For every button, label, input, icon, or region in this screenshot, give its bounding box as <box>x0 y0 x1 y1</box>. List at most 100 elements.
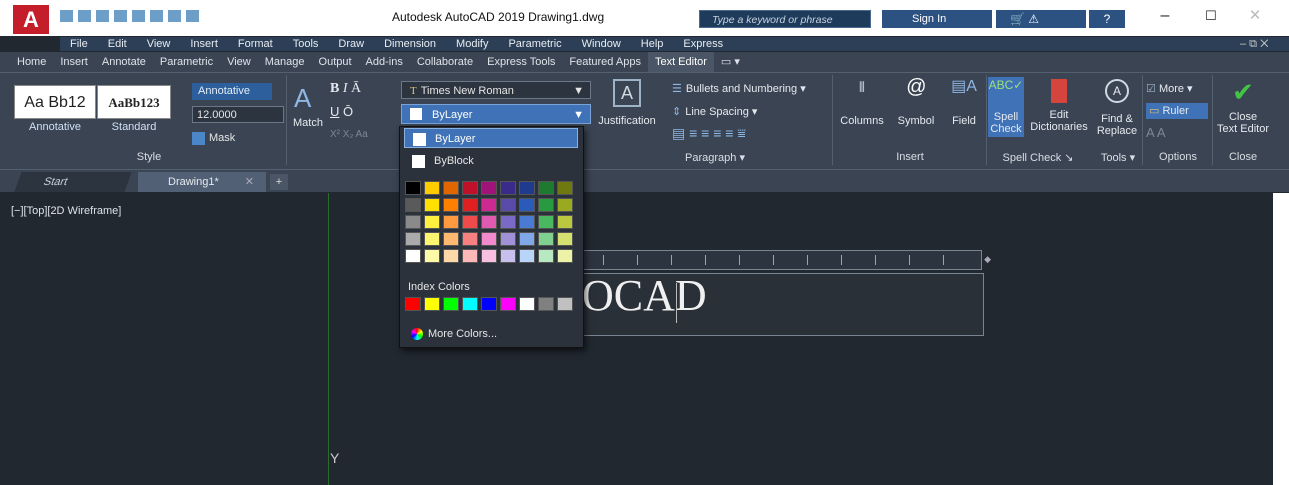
maximize-button[interactable]: ☐ <box>1196 4 1226 28</box>
menu-file[interactable]: File <box>60 37 98 51</box>
search-input[interactable]: Type a keyword or phrase <box>699 10 871 28</box>
undo-redo-icons[interactable]: A A <box>1146 126 1186 139</box>
ruler-handle-icon[interactable]: ◆ <box>984 254 991 265</box>
index-color-swatch[interactable] <box>481 297 497 311</box>
color-swatch[interactable] <box>405 181 421 195</box>
index-color-swatch[interactable] <box>538 297 554 311</box>
menu-modify[interactable]: Modify <box>446 37 498 51</box>
tab-insert[interactable]: Insert <box>53 52 95 72</box>
menu-express[interactable]: Express <box>673 37 733 51</box>
ruler-toggle[interactable]: ▭ Ruler <box>1146 103 1208 119</box>
find-replace-button[interactable]: A Find & Replace <box>1096 79 1138 137</box>
index-color-swatch[interactable] <box>557 297 573 311</box>
application-menu-button[interactable]: A <box>13 5 49 34</box>
color-swatch[interactable] <box>462 215 478 229</box>
color-swatch[interactable] <box>405 198 421 212</box>
color-swatch[interactable] <box>557 249 573 263</box>
tab-output[interactable]: Output <box>312 52 359 72</box>
menu-edit[interactable]: Edit <box>98 37 137 51</box>
help-icon[interactable]: ? <box>1089 10 1125 28</box>
match-button[interactable]: A Match <box>288 83 328 143</box>
menu-draw[interactable]: Draw <box>328 37 374 51</box>
save-as-icon[interactable] <box>114 10 127 22</box>
color-swatch[interactable] <box>481 215 497 229</box>
spell-check-button[interactable]: ABC✓ Spell Check <box>988 77 1024 137</box>
new-tab-button[interactable]: + <box>270 174 288 190</box>
color-swatch[interactable] <box>462 232 478 246</box>
undo-icon[interactable] <box>168 10 181 22</box>
color-swatch[interactable] <box>462 249 478 263</box>
color-swatch[interactable] <box>500 198 516 212</box>
new-icon[interactable] <box>60 10 73 22</box>
publish-icon[interactable] <box>132 10 145 22</box>
index-color-swatch[interactable] <box>424 297 440 311</box>
color-swatch[interactable] <box>424 198 440 212</box>
annotative-toggle[interactable]: Annotative <box>192 83 272 100</box>
color-swatch[interactable] <box>538 198 554 212</box>
menu-view[interactable]: View <box>137 37 181 51</box>
index-color-swatch[interactable] <box>462 297 478 311</box>
open-icon[interactable] <box>78 10 91 22</box>
tab-text-editor[interactable]: Text Editor <box>647 52 714 72</box>
save-icon[interactable] <box>96 10 109 22</box>
color-swatch[interactable] <box>405 249 421 263</box>
color-swatch[interactable] <box>405 232 421 246</box>
close-text-editor-button[interactable]: ✔ Close Text Editor <box>1216 79 1270 135</box>
menu-tools[interactable]: Tools <box>283 37 329 51</box>
color-swatch[interactable] <box>519 215 535 229</box>
tab-express-tools[interactable]: Express Tools <box>480 52 562 72</box>
color-swatch[interactable] <box>519 249 535 263</box>
color-swatch[interactable] <box>424 181 440 195</box>
tab-manage[interactable]: Manage <box>258 52 312 72</box>
tab-view[interactable]: View <box>220 52 258 72</box>
paragraph-alignment-icons[interactable]: ▤ ≡ ≡ ≡ ≡ ⩸ <box>672 126 792 140</box>
color-swatch[interactable] <box>443 249 459 263</box>
index-color-swatch[interactable] <box>519 297 535 311</box>
color-swatch[interactable] <box>462 181 478 195</box>
tab-annotate[interactable]: Annotate <box>95 52 153 72</box>
symbol-button[interactable]: @ Symbol <box>892 77 940 127</box>
color-swatch[interactable] <box>424 215 440 229</box>
sign-in-button[interactable]: Sign In <box>882 10 992 28</box>
color-swatch[interactable] <box>405 215 421 229</box>
color-swatch[interactable] <box>443 181 459 195</box>
close-icon[interactable]: ✕ <box>245 172 254 192</box>
color-swatch[interactable] <box>519 232 535 246</box>
bold-italic-icons[interactable]: B I Ā <box>330 82 396 96</box>
text-style-annotative[interactable]: Aa Bb12 <box>14 85 96 119</box>
color-swatch[interactable] <box>481 232 497 246</box>
tab-collaborate[interactable]: Collaborate <box>410 52 480 72</box>
text-height-input[interactable]: 12.0000 <box>192 106 284 123</box>
color-swatch[interactable] <box>500 181 516 195</box>
superscript-subscript-icons[interactable]: X² X₂ Aa <box>330 129 396 141</box>
color-option-byblock[interactable]: ByBlock <box>404 151 578 171</box>
color-swatch[interactable] <box>481 181 497 195</box>
columns-button[interactable]: ⫴ Columns <box>836 80 888 127</box>
line-spacing-button[interactable]: ⇕ Line Spacing ▾ <box>672 106 832 118</box>
document-window-controls[interactable]: – ⧉ ✕ <box>1240 37 1268 51</box>
color-swatch[interactable] <box>500 232 516 246</box>
color-swatch[interactable] <box>519 181 535 195</box>
store-cart-icon[interactable]: 🛒 ⚠ <box>996 10 1086 28</box>
color-swatch[interactable] <box>462 198 478 212</box>
tab-start[interactable]: Start <box>14 172 132 192</box>
color-swatch[interactable] <box>557 198 573 212</box>
index-color-swatch[interactable] <box>405 297 421 311</box>
color-swatch[interactable] <box>538 215 554 229</box>
color-option-bylayer[interactable]: ByLayer <box>404 128 578 148</box>
color-swatch[interactable] <box>557 232 573 246</box>
color-swatch[interactable] <box>538 181 554 195</box>
color-swatch[interactable] <box>538 232 554 246</box>
color-swatch[interactable] <box>557 181 573 195</box>
color-swatch[interactable] <box>519 198 535 212</box>
menu-help[interactable]: Help <box>631 37 674 51</box>
font-select[interactable]: T Times New Roman ▼ <box>401 81 591 99</box>
color-swatch[interactable] <box>557 215 573 229</box>
color-swatch[interactable] <box>538 249 554 263</box>
index-color-swatch[interactable] <box>500 297 516 311</box>
viewport-controls[interactable]: [−][Top][2D Wireframe] <box>11 205 121 217</box>
color-swatch[interactable] <box>424 232 440 246</box>
justification-button[interactable]: A Justification <box>598 79 656 127</box>
field-button[interactable]: ▤A Field <box>944 79 984 128</box>
drawing-canvas[interactable] <box>7 193 1273 485</box>
